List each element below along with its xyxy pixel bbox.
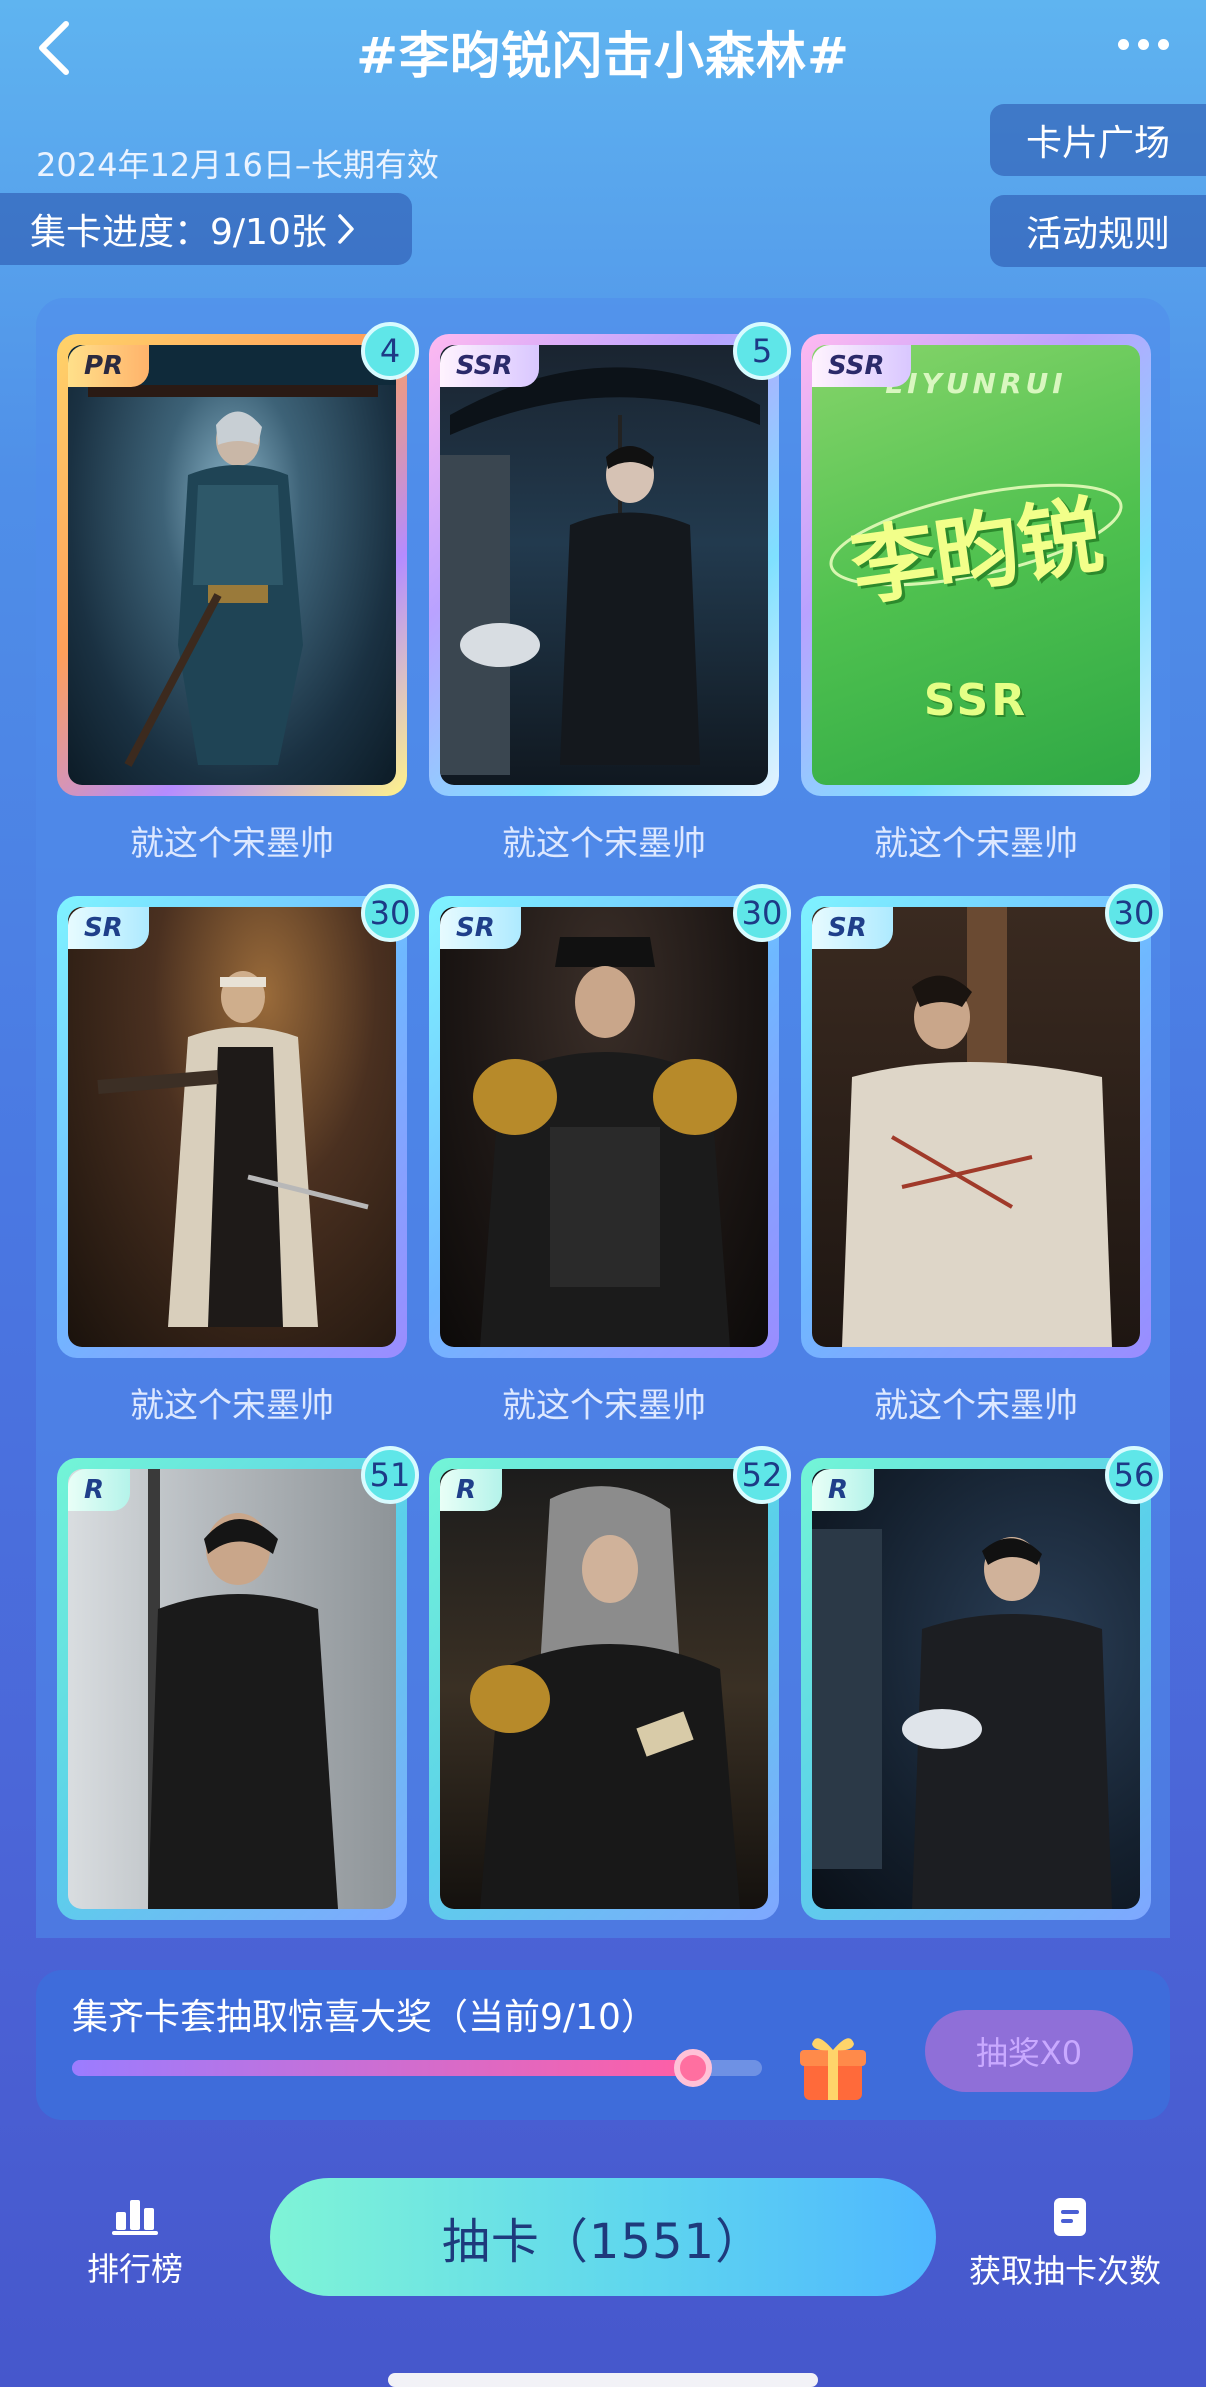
card-count-badge: 51 [361, 1446, 419, 1504]
lottery-button[interactable]: 抽奖X0 [925, 2010, 1133, 2092]
card-caption: 就这个宋墨帅 [130, 1386, 334, 1426]
card-5[interactable]: SR 30 [429, 884, 791, 1358]
card-1[interactable]: PR 4 [57, 322, 419, 796]
card-photo: SR [68, 907, 396, 1347]
card-6[interactable]: SR 30 [801, 884, 1163, 1358]
rarity-badge: SSR [812, 345, 911, 387]
umbrella-figure-illustration [440, 367, 760, 775]
night-portrait-illustration [812, 1529, 1112, 1909]
draw-card-button[interactable]: 抽卡（1551） [270, 2178, 936, 2296]
bound-figure-illustration [842, 907, 1112, 1347]
rarity-badge: SR [812, 907, 893, 949]
card-count-badge: 52 [733, 1446, 791, 1504]
card-8[interactable]: R 52 [429, 1446, 791, 1920]
card-grid-panel: PR 4 就这个宋墨帅 SSR 5 就这个宋墨帅 LIYUNRUI 李昀锐 SS… [36, 298, 1170, 1938]
card-count-badge: 30 [1105, 884, 1163, 942]
card-count-badge: 56 [1105, 1446, 1163, 1504]
prize-progress-fill [72, 2060, 693, 2076]
card-photo: R [68, 1469, 396, 1909]
rules-button[interactable]: 活动规则 [990, 195, 1206, 267]
rarity-badge: R [68, 1469, 131, 1511]
card-caption: 就这个宋墨帅 [874, 824, 1078, 864]
card-square-button[interactable]: 卡片广场 [990, 104, 1206, 176]
card-caption: 就这个宋墨帅 [874, 1386, 1078, 1426]
card-2[interactable]: SSR 5 [429, 322, 791, 796]
chevron-right-icon [338, 214, 354, 244]
card-3[interactable]: LIYUNRUI 李昀锐 SSR SSR [801, 334, 1151, 796]
card-caption: 就这个宋墨帅 [502, 1386, 706, 1426]
rarity-badge: PR [68, 345, 150, 387]
more-button[interactable] [1108, 24, 1178, 64]
more-dots-icon [1117, 38, 1129, 50]
card-photo: PR [68, 345, 396, 785]
rarity-badge: R [440, 1469, 503, 1511]
card-4[interactable]: SR 30 [57, 884, 419, 1358]
gift-icon [800, 2038, 866, 2100]
card-photo: LIYUNRUI 李昀锐 SSR SSR [812, 345, 1140, 785]
document-icon [1054, 2198, 1086, 2236]
get-chances-label: 获取抽卡次数 [968, 2252, 1161, 2290]
collection-progress-label: 集卡进度：9/10张 [30, 212, 327, 253]
armored-figure-illustration [68, 345, 396, 767]
card-7[interactable]: R 51 [57, 1446, 419, 1920]
card-art-bottom-text: SSR [923, 675, 1029, 726]
card-photo: R [812, 1469, 1140, 1909]
card-count-badge: 30 [733, 884, 791, 942]
prize-progress-bar [72, 2060, 762, 2076]
home-indicator [388, 2373, 818, 2387]
card-9[interactable]: R 56 [801, 1446, 1163, 1920]
card-photo: R [440, 1469, 768, 1909]
swordsman-illustration [97, 971, 369, 1327]
collection-progress-button[interactable]: 集卡进度：9/10张 [0, 193, 412, 265]
prize-progress-text: 集齐卡套抽取惊喜大奖（当前9/10） [72, 1997, 657, 2038]
validity-date: 2024年12月16日–长期有效 [36, 146, 439, 184]
prize-progress-knob [674, 2049, 712, 2087]
get-draw-chances-button[interactable]: 获取抽卡次数 [969, 2196, 1170, 2292]
rarity-badge: R [812, 1469, 875, 1511]
ranking-button[interactable]: 排行榜 [35, 2196, 235, 2290]
bar-chart-icon [112, 2200, 158, 2235]
armored-warrior-illustration [473, 937, 737, 1347]
card-count-badge: 30 [361, 884, 419, 942]
card-caption: 就这个宋墨帅 [130, 824, 334, 864]
card-photo: SR [440, 907, 768, 1347]
page-title: #李昀锐闪击小森林# [356, 27, 850, 85]
card-count-badge: 5 [733, 322, 791, 380]
warrior-reading-illustration [470, 1486, 740, 1909]
card-count-badge: 4 [361, 322, 419, 380]
card-caption: 就这个宋墨帅 [502, 824, 706, 864]
casual-portrait-illustration [148, 1469, 338, 1909]
card-photo: SSR [440, 345, 768, 785]
rarity-badge: SR [440, 907, 521, 949]
rarity-badge: SSR [440, 345, 539, 387]
card-photo: SR [812, 907, 1140, 1347]
ranking-label: 排行榜 [86, 2250, 183, 2288]
rarity-badge: SR [68, 907, 149, 949]
